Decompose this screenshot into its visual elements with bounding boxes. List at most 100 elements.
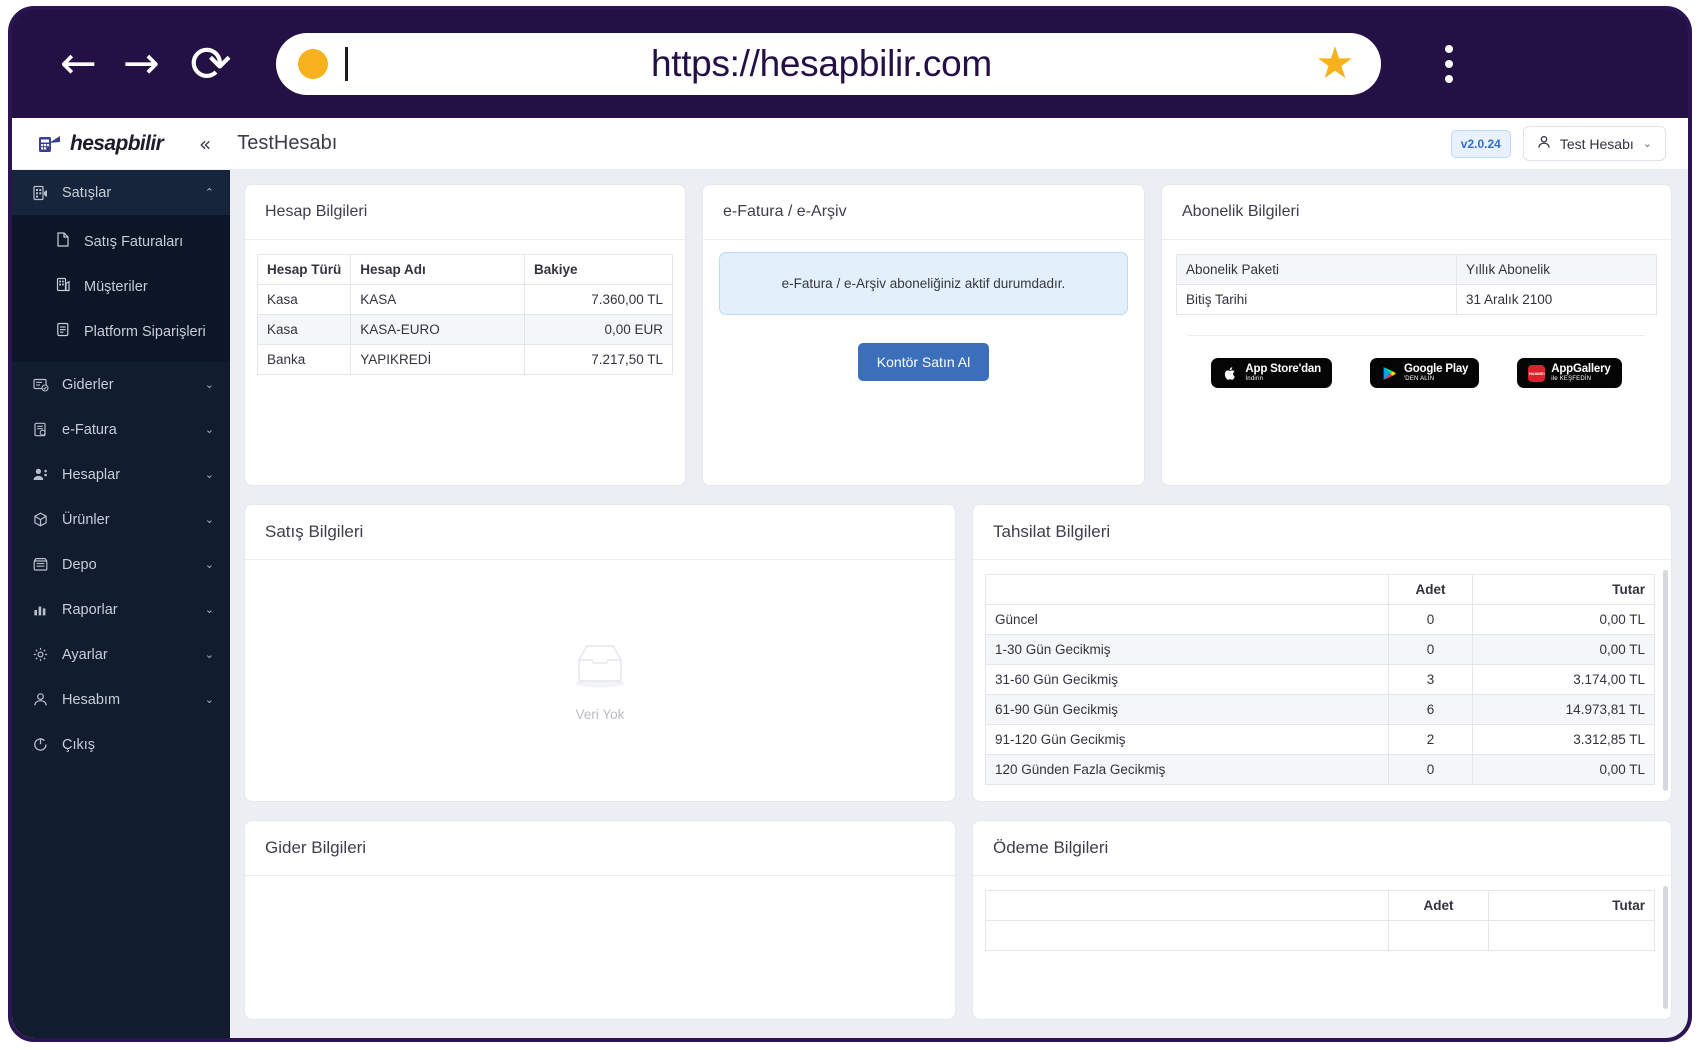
dashboard-row-2: Satış Bilgileri Veri Yok Tahsilat Bilgil… — [244, 504, 1672, 802]
sidebar-item-hesaplar[interactable]: Hesaplar ⌄ — [12, 452, 230, 497]
brand-logo[interactable]: hesapbilir — [38, 132, 193, 156]
cell-label: Abonelik Paketi — [1176, 254, 1457, 285]
hesap-bilgileri-table: Hesap Türü Hesap Adı Bakiye Kasa KASA 7.… — [256, 254, 673, 375]
kontor-satin-al-button[interactable]: Kontör Satın Al — [857, 343, 990, 381]
card-title: Ödeme Bilgileri — [993, 838, 1109, 857]
table-row: 1-30 Gün Gecikmiş 0 0,00 TL — [985, 634, 1655, 665]
brand-name: hesapbilir — [70, 131, 164, 155]
card-header: Hesap Bilgileri — [245, 185, 685, 240]
col-tutar: Tutar — [1488, 890, 1655, 921]
invoice-icon — [56, 232, 70, 251]
cell-tutar: 3.174,00 TL — [1472, 664, 1655, 695]
card-hesap-bilgileri: Hesap Bilgileri Hesap Türü Hesap Adı Bak… — [244, 184, 686, 486]
card-body: Adet Tutar — [973, 876, 1671, 1019]
badge-text: Google Play 'DEN ALIN — [1404, 363, 1468, 382]
card-satis-bilgileri: Satış Bilgileri Veri Yok — [244, 504, 956, 802]
sidebar-item-satis-faturalari[interactable]: Satış Faturaları — [12, 219, 230, 264]
card-title: Gider Bilgileri — [265, 838, 367, 857]
user-name: Test Hesabı — [1559, 135, 1634, 152]
sidebar-item-hesabim[interactable]: Hesabım ⌄ — [12, 677, 230, 722]
sidebar-item-giderler[interactable]: Giderler ⌄ — [12, 362, 230, 407]
card-tahsilat-bilgileri: Tahsilat Bilgileri Adet Tutar Güncel 0 0… — [972, 504, 1672, 802]
card-title: Hesap Bilgileri — [265, 203, 368, 220]
table-row: 31-60 Gün Gecikmiş 3 3.174,00 TL — [985, 664, 1655, 695]
user-menu[interactable]: Test Hesabı ⌄ — [1522, 126, 1666, 161]
sidebar-item-label: Hesaplar — [62, 466, 121, 483]
dashboard-row-3: Gider Bilgileri Ödeme Bilgileri Adet Tut… — [244, 820, 1672, 1020]
cell-bakiye: 7.360,00 TL — [524, 284, 673, 315]
chevron-down-icon: ⌄ — [204, 693, 214, 706]
cell-hesap-turu: Banka — [256, 344, 352, 375]
sidebar-item-platform-siparisleri[interactable]: Platform Siparişleri — [12, 309, 230, 354]
cell-tutar: 0,00 TL — [1472, 754, 1655, 785]
card-header: Abonelik Bilgileri — [1162, 185, 1671, 240]
app-gallery-badge[interactable]: HUAWEI AppGallery ile KEŞFEDİN — [1517, 358, 1622, 388]
cell-kategori: 120 Günden Fazla Gecikmiş — [985, 754, 1389, 785]
sidebar-item-raporlar[interactable]: Raporlar ⌄ — [12, 587, 230, 632]
bookmark-star-icon[interactable]: ★ — [1315, 42, 1354, 86]
card-header: Gider Bilgileri — [245, 821, 955, 876]
sidebar-item-urunler[interactable]: Ürünler ⌄ — [12, 497, 230, 542]
sidebar-item-satislar[interactable]: Satışlar ⌃ — [12, 170, 230, 215]
sidebar-item-label: Giderler — [62, 376, 114, 393]
profile-icon — [32, 691, 49, 708]
settings-icon — [32, 646, 49, 663]
sidebar-item-depo[interactable]: Depo ⌄ — [12, 542, 230, 587]
hesapbilir-logo-icon — [38, 134, 62, 154]
reports-icon — [32, 601, 49, 618]
vertical-scrollbar[interactable] — [1663, 886, 1668, 1009]
cell-hesap-adi[interactable]: KASA — [350, 284, 525, 315]
sidebar-item-ayarlar[interactable]: Ayarlar ⌄ — [12, 632, 230, 677]
sidebar-submenu-satislar: Satış Faturaları Müşteriler Platform Sip… — [12, 215, 230, 362]
card-body: Adet Tutar Güncel 0 0,00 TL 1-30 Gün Gec… — [973, 560, 1671, 801]
sidebar-item-cikis[interactable]: Çıkış — [12, 722, 230, 767]
cell-adet: 0 — [1388, 754, 1473, 785]
card-body: Abonelik Paketi Yıllık Abonelik Bitiş Ta… — [1162, 240, 1671, 485]
version-badge: v2.0.24 — [1450, 129, 1511, 158]
table-row: Abonelik Paketi Yıllık Abonelik — [1176, 254, 1657, 285]
cell-label: Bitiş Tarihi — [1176, 284, 1457, 315]
chevron-up-icon: ⌃ — [204, 186, 214, 199]
reload-icon[interactable]: ⟳ — [190, 39, 232, 89]
card-title: e-Fatura / e-Arşiv — [723, 203, 847, 220]
sidebar-item-label: Depo — [62, 556, 97, 573]
address-bar[interactable]: https://hesapbilir.com ★ — [275, 33, 1381, 95]
cell-hesap-adi[interactable]: KASA-EURO — [350, 314, 525, 345]
sidebar-subitem-label: Müşteriler — [84, 278, 148, 295]
cell-adet: 0 — [1388, 604, 1473, 635]
sidebar-item-label: Çıkış — [62, 736, 96, 753]
cell-hesap-adi[interactable]: YAPIKREDİ — [350, 344, 525, 375]
expenses-icon — [32, 376, 49, 393]
back-icon[interactable]: ← — [60, 42, 97, 86]
sidebar-item-label: Raporlar — [62, 601, 118, 618]
cell-tutar: 0,00 TL — [1472, 604, 1655, 635]
empty-label: Veri Yok — [575, 706, 625, 722]
card-body: e-Fatura / e-Arşiv aboneliğiniz aktif du… — [703, 240, 1144, 485]
badge-line2: İndirin — [1245, 375, 1264, 382]
sidebar-collapse-icon[interactable]: « — [199, 134, 211, 154]
apple-icon — [1222, 365, 1239, 382]
forward-icon[interactable]: → — [123, 42, 160, 86]
vertical-scrollbar[interactable] — [1663, 570, 1668, 791]
card-title: Abonelik Bilgileri — [1182, 203, 1300, 220]
browser-menu-icon[interactable] — [1444, 45, 1453, 83]
site-info-icon[interactable] — [297, 49, 328, 79]
einvoice-icon — [32, 421, 49, 438]
sidebar-item-e-fatura[interactable]: e-Fatura ⌄ — [12, 407, 230, 452]
google-play-badge[interactable]: Google Play 'DEN ALIN — [1369, 358, 1480, 388]
abonelik-bilgileri-table: Abonelik Paketi Yıllık Abonelik Bitiş Ta… — [1176, 254, 1657, 315]
sidebar-item-label: Satışlar — [62, 184, 112, 201]
app-store-badge[interactable]: App Store'dan İndirin — [1211, 358, 1332, 388]
card-header: e-Fatura / e-Arşiv — [703, 185, 1144, 240]
warehouse-icon — [32, 556, 49, 573]
cell-tutar: 14.973,81 TL — [1472, 694, 1655, 725]
cell-kategori: 91-120 Gün Gecikmiş — [985, 724, 1389, 755]
chevron-down-icon: ⌄ — [1642, 137, 1652, 150]
col-tutar: Tutar — [1472, 574, 1655, 605]
cell-tutar: 3.312,85 TL — [1472, 724, 1655, 755]
user-avatar-icon — [1537, 135, 1551, 152]
cell-value: 31 Aralık 2100 — [1456, 284, 1657, 315]
sidebar-item-label: Hesabım — [62, 691, 121, 708]
sidebar-item-musteriler[interactable]: Müşteriler — [12, 264, 230, 309]
app-topbar: hesapbilir « TestHesabı v2.0.24 Test Hes… — [12, 118, 1688, 170]
